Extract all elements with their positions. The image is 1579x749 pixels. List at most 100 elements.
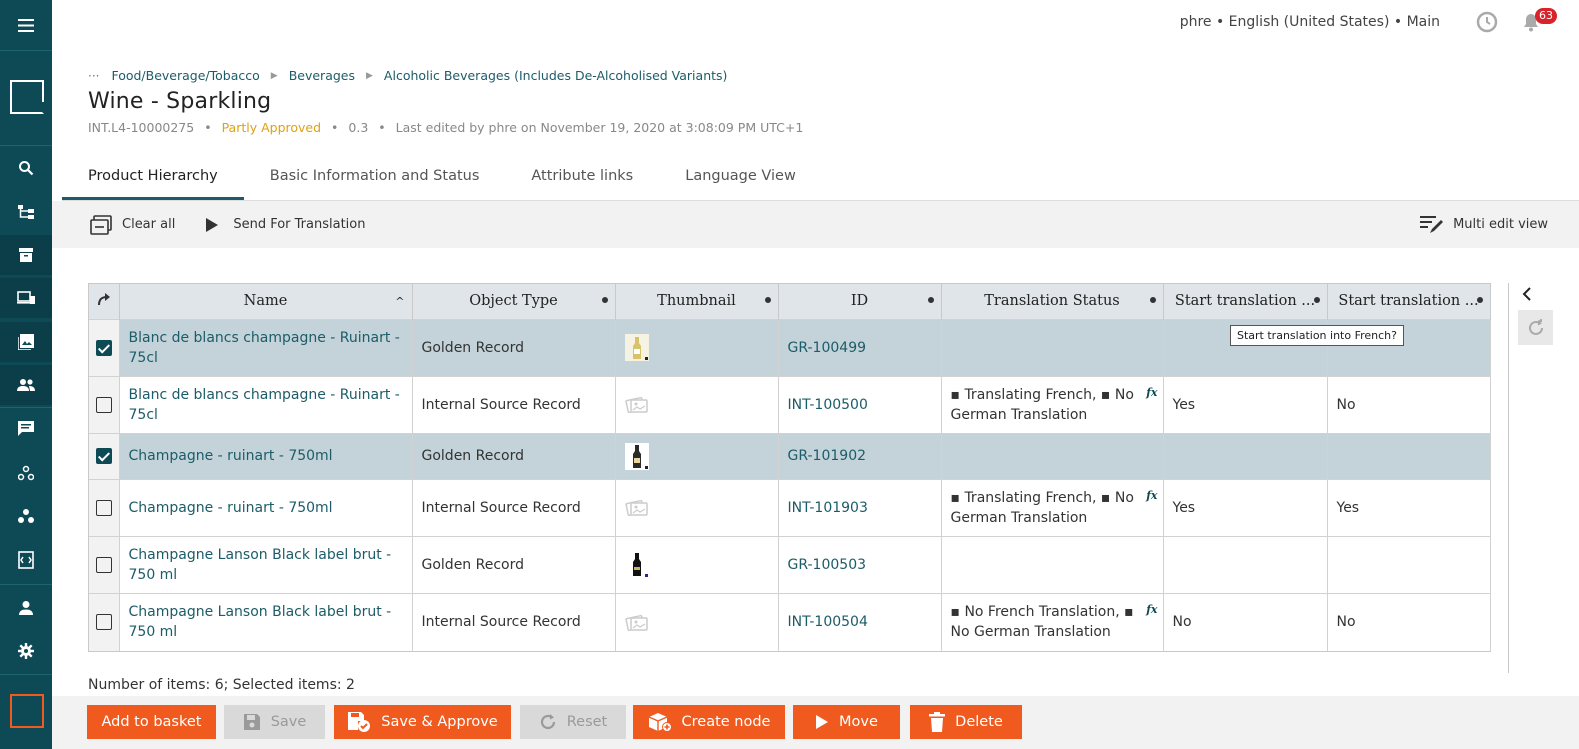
row-select-cell[interactable]: [89, 318, 120, 376]
table-row[interactable]: Champagne - ruinart - 750ml Internal Sour…: [89, 478, 1491, 536]
cell-thumbnail[interactable]: [615, 535, 779, 593]
cell-id[interactable]: INT-101903: [778, 478, 942, 536]
nav-media[interactable]: [0, 322, 52, 362]
column-header-name[interactable]: Name ^: [119, 284, 413, 319]
nav-profile[interactable]: [0, 588, 52, 628]
column-menu-icon[interactable]: [601, 297, 608, 303]
column-header-translation-status[interactable]: Translation Status: [941, 284, 1164, 319]
cell-thumbnail[interactable]: [615, 432, 779, 479]
column-header-object-type[interactable]: Object Type: [412, 284, 616, 319]
nav-hierarchy[interactable]: [0, 192, 52, 232]
sort-asc-icon[interactable]: ^: [395, 295, 404, 308]
tab-product-hierarchy[interactable]: Product Hierarchy: [62, 156, 244, 200]
row-select-cell[interactable]: [89, 535, 120, 593]
column-menu-icon[interactable]: [1476, 297, 1483, 303]
cell-thumbnail[interactable]: [615, 318, 779, 376]
refresh-panel-button[interactable]: [1518, 310, 1553, 345]
cell-start-translation-de[interactable]: No: [1327, 592, 1491, 651]
table-row[interactable]: Champagne Lanson Black label brut - 750 …: [89, 535, 1491, 593]
cell-start-translation-de[interactable]: Yes: [1327, 478, 1491, 536]
image-placeholder-icon[interactable]: [624, 609, 649, 636]
nav-devices[interactable]: [0, 278, 52, 318]
cell-id[interactable]: GR-101902: [778, 432, 942, 479]
cell-name[interactable]: Champagne - ruinart - 750ml: [119, 432, 413, 479]
column-menu-icon[interactable]: [1313, 297, 1320, 303]
save-and-approve-button[interactable]: Save & Approve: [334, 705, 511, 739]
cell-name[interactable]: Champagne Lanson Black label brut - 750 …: [119, 592, 413, 651]
cell-id[interactable]: GR-100499: [778, 318, 942, 376]
row-select-cell[interactable]: [89, 478, 120, 536]
reset-button[interactable]: Reset: [520, 705, 626, 739]
cell-name[interactable]: Champagne - ruinart - 750ml: [119, 478, 413, 536]
user-context[interactable]: phre • English (United States) • Main: [1180, 14, 1440, 30]
nav-users[interactable]: [0, 365, 52, 405]
cell-name[interactable]: Champagne Lanson Black label brut - 750 …: [119, 535, 413, 593]
cell-name[interactable]: Blanc de blancs champagne - Ruinart - 75…: [119, 375, 413, 433]
nav-archive[interactable]: [0, 235, 52, 275]
multi-edit-view-button[interactable]: Multi edit view: [1419, 212, 1548, 238]
image-placeholder-icon[interactable]: [624, 391, 649, 418]
column-header-start-translation-fr[interactable]: Start translation ...: [1163, 284, 1328, 319]
row-checkbox[interactable]: [95, 396, 112, 413]
cell-id[interactable]: INT-100500: [778, 375, 942, 433]
cell-thumbnail[interactable]: [615, 375, 779, 433]
cell-start-translation-fr[interactable]: No: [1163, 592, 1328, 651]
nav-messages[interactable]: [0, 409, 52, 449]
row-checkbox[interactable]: [95, 614, 112, 631]
tab-basic-information[interactable]: Basic Information and Status: [244, 156, 506, 200]
add-to-basket-button[interactable]: Add to basket: [87, 705, 216, 739]
table-row[interactable]: Champagne - ruinart - 750ml Golden Record…: [89, 432, 1491, 479]
table-row[interactable]: Blanc de blancs champagne - Ruinart - 75…: [89, 375, 1491, 433]
cell-start-translation-de[interactable]: [1327, 535, 1491, 593]
nav-integration[interactable]: [0, 540, 52, 580]
breadcrumb-item[interactable]: Alcoholic Beverages (Includes De-Alcohol…: [384, 68, 727, 83]
row-checkbox[interactable]: [95, 499, 112, 516]
product-thumbnail[interactable]: [624, 334, 649, 361]
cell-thumbnail[interactable]: [615, 592, 779, 651]
cell-id[interactable]: GR-100503: [778, 535, 942, 593]
row-checkbox[interactable]: [95, 556, 112, 573]
cell-start-translation-fr[interactable]: Yes: [1163, 375, 1328, 433]
breadcrumb-item[interactable]: Food/Beverage/Tobacco: [111, 68, 259, 83]
nav-workflow[interactable]: [0, 453, 52, 493]
column-header-thumbnail[interactable]: Thumbnail: [615, 284, 779, 319]
cell-start-translation-de[interactable]: No: [1327, 375, 1491, 433]
chevron-left-icon[interactable]: [1521, 287, 1533, 301]
menu-button[interactable]: [0, 5, 52, 45]
row-select-cell[interactable]: [89, 375, 120, 433]
product-thumbnail[interactable]: [624, 442, 649, 470]
nav-search[interactable]: [0, 148, 52, 188]
delete-button[interactable]: Delete: [910, 705, 1022, 739]
column-header-start-translation-de[interactable]: Start translation ...: [1327, 284, 1491, 319]
history-icon[interactable]: [1475, 10, 1499, 34]
cell-start-translation-fr[interactable]: Yes: [1163, 478, 1328, 536]
nav-groups[interactable]: [0, 496, 52, 536]
send-for-translation-button[interactable]: Send For Translation: [199, 212, 365, 238]
app-logo[interactable]: [10, 80, 44, 114]
refresh-column-header[interactable]: [89, 284, 120, 319]
cell-start-translation-fr[interactable]: [1163, 432, 1328, 479]
image-placeholder-icon[interactable]: [624, 494, 649, 521]
column-menu-icon[interactable]: [1149, 297, 1156, 303]
tab-language-view[interactable]: Language View: [659, 156, 822, 200]
row-checkbox[interactable]: [95, 339, 112, 356]
cell-start-translation-de[interactable]: [1327, 432, 1491, 479]
product-thumbnail[interactable]: [624, 551, 649, 578]
row-select-cell[interactable]: [89, 432, 120, 479]
row-checkbox[interactable]: [95, 448, 112, 464]
create-node-button[interactable]: Create node: [633, 705, 785, 739]
column-menu-icon[interactable]: [764, 297, 771, 303]
move-button[interactable]: Move: [793, 705, 900, 739]
column-header-id[interactable]: ID: [778, 284, 942, 319]
cell-name[interactable]: Blanc de blancs champagne - Ruinart - 75…: [119, 318, 413, 376]
cell-id[interactable]: INT-100504: [778, 592, 942, 651]
cell-start-translation-fr[interactable]: [1163, 535, 1328, 593]
nav-settings[interactable]: [0, 631, 52, 671]
save-button[interactable]: Save: [224, 705, 325, 739]
table-row[interactable]: Champagne Lanson Black label brut - 750 …: [89, 592, 1491, 651]
breadcrumb-ellipsis[interactable]: ···: [88, 69, 99, 83]
column-menu-icon[interactable]: [927, 297, 934, 303]
row-select-cell[interactable]: [89, 592, 120, 651]
breadcrumb-item[interactable]: Beverages: [289, 68, 355, 83]
clear-all-button[interactable]: Clear all: [88, 212, 175, 238]
